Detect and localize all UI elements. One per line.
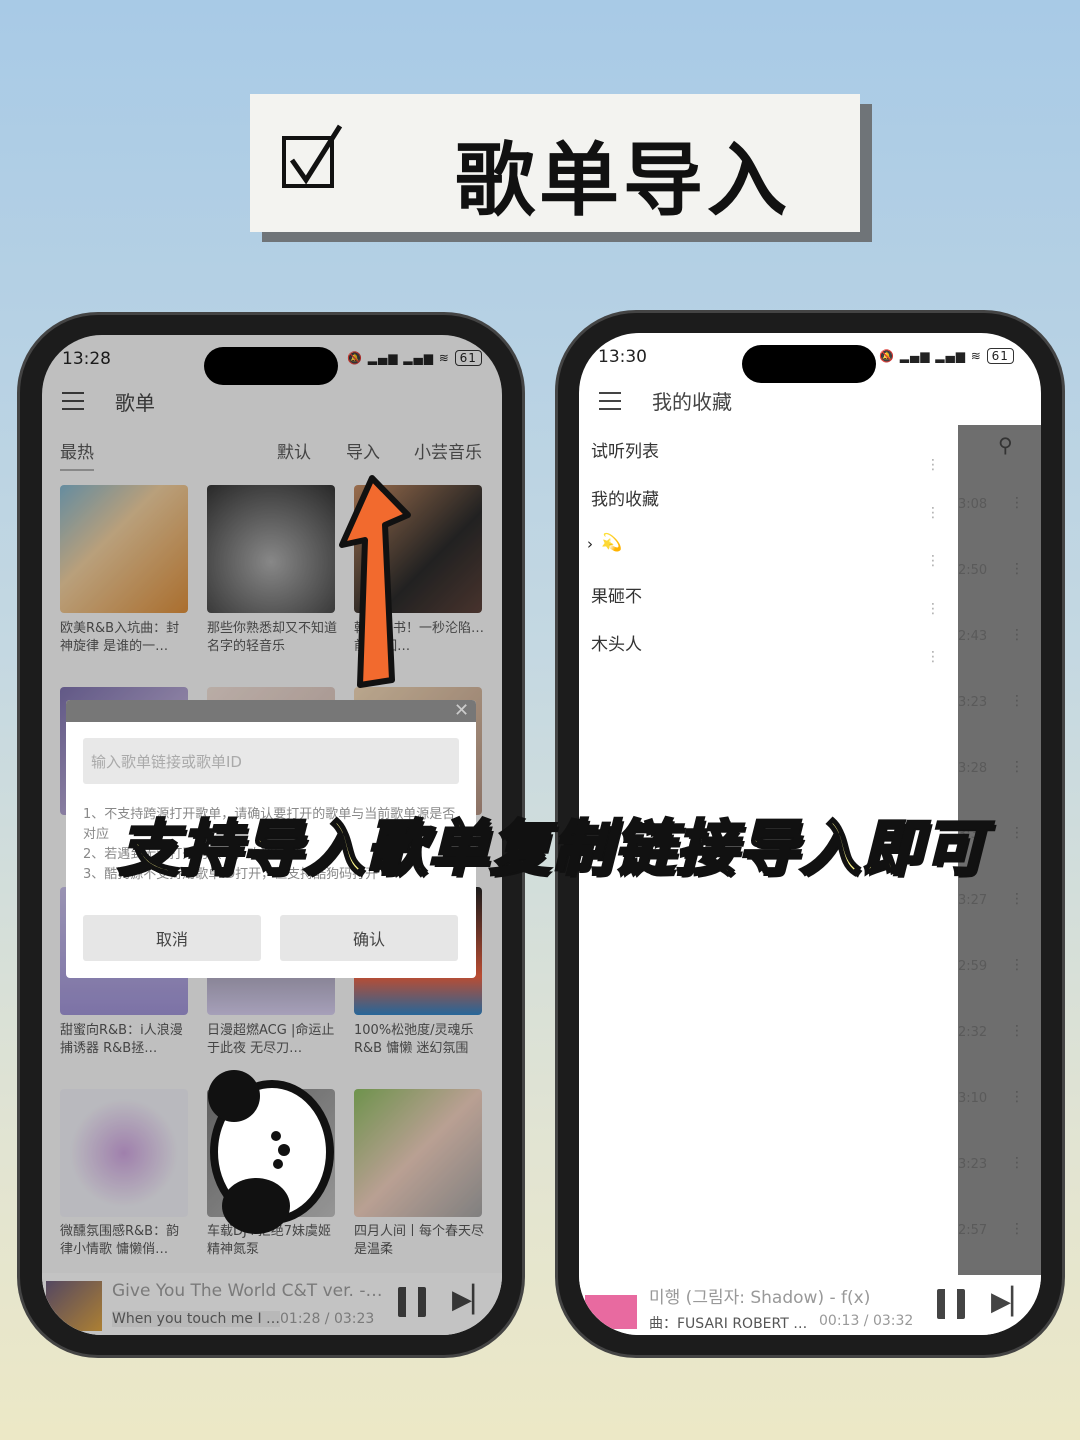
more-icon[interactable]: ⋮	[1010, 759, 1024, 775]
song-duration: 2:43	[958, 629, 988, 644]
song-duration: 2:50	[958, 563, 988, 578]
more-icons[interactable]: ⋮ ⋮ ⋮ ⋮ ⋮	[926, 441, 940, 681]
cancel-button[interactable]: 取消	[83, 915, 261, 961]
song-duration: 3:27	[958, 893, 988, 908]
app-title: 我的收藏	[652, 390, 732, 414]
song-duration: 3:28	[958, 761, 988, 776]
close-icon[interactable]: ✕	[454, 700, 469, 721]
playlist-link-input[interactable]: 输入歌单链接或歌单ID	[83, 738, 459, 784]
song-duration: 3:23	[958, 695, 988, 710]
player-cover	[585, 1295, 637, 1329]
skip-next-icon[interactable]: ▶▏	[991, 1287, 1031, 1317]
chevron-right-icon: ›	[587, 535, 593, 553]
more-icon[interactable]: ⋮	[1010, 627, 1024, 643]
more-icon[interactable]: ⋮	[1010, 1221, 1024, 1237]
status-time: 13:30	[598, 347, 647, 367]
song-duration: 3:08	[958, 497, 988, 512]
more-icon[interactable]: ⋮	[1010, 825, 1024, 841]
list-item[interactable]: 我的收藏	[591, 485, 659, 510]
dialog-header	[66, 700, 476, 722]
more-icon[interactable]: ⋮	[1010, 1023, 1024, 1039]
player-progress: 00:13 / 03:32	[819, 1313, 914, 1329]
more-icon[interactable]: ⋮	[1010, 957, 1024, 973]
dynamic-island	[742, 345, 876, 383]
more-icon[interactable]: ⋮	[1010, 891, 1024, 907]
page-title: 歌单导入	[455, 134, 791, 227]
pause-icon[interactable]	[937, 1289, 965, 1319]
title-card: 歌单导入	[250, 94, 860, 232]
orange-arrow-icon	[339, 475, 411, 688]
list-item[interactable]: 木头人	[591, 630, 642, 655]
checkbox-checked-icon	[282, 124, 343, 188]
more-icon[interactable]: ⋮	[1010, 1089, 1024, 1105]
song-duration: 3:23	[958, 1157, 988, 1172]
more-icon[interactable]: ⋮	[1010, 561, 1024, 577]
panda-sticker-icon	[208, 1070, 334, 1234]
player-lyric: 曲：FUSARI ROBERT …	[649, 1316, 808, 1332]
more-icon[interactable]: ⋮	[1010, 1155, 1024, 1171]
song-duration: 2:57	[958, 1223, 988, 1238]
more-icon[interactable]: ⋮	[1010, 495, 1024, 511]
confirm-button[interactable]: 确认	[280, 915, 458, 961]
mini-player[interactable]: 미행 (그림자: Shadow) - f(x) 曲：FUSARI ROBERT …	[579, 1275, 1041, 1335]
status-icons: 🔕 ▂▄▆ ▂▄▆ ≋ 61	[879, 348, 1014, 364]
song-duration: 3:10	[958, 1091, 988, 1106]
caption-overlay: 支持导入歌单复制链接导入即可	[117, 813, 986, 886]
list-item[interactable]: 试听列表	[591, 437, 659, 462]
song-duration: 2:59	[958, 959, 988, 974]
battery-level: 61	[986, 348, 1014, 364]
list-item[interactable]: 💫	[601, 533, 622, 553]
player-title: 미행 (그림자: Shadow) - f(x)	[649, 1288, 871, 1308]
list-item[interactable]: 果砸不	[591, 582, 642, 607]
song-duration: 2:32	[958, 1025, 988, 1040]
search-icon[interactable]: ⚲	[998, 433, 1013, 457]
more-icon[interactable]: ⋮	[1010, 693, 1024, 709]
menu-icon[interactable]	[599, 392, 621, 410]
